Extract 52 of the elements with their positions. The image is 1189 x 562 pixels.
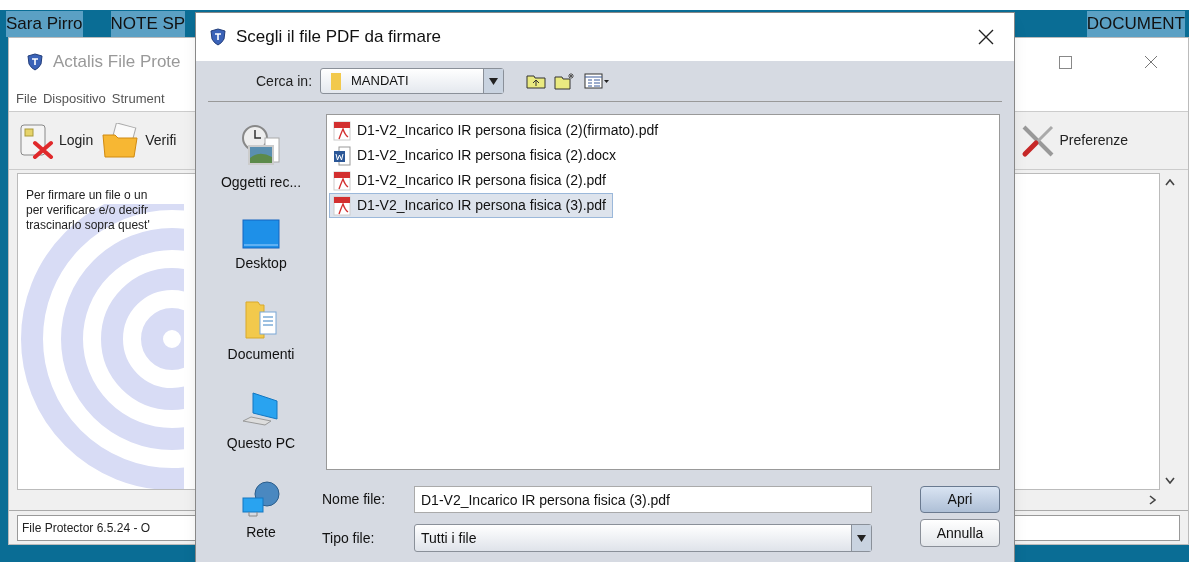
toolbar-button[interactable]: Verifi	[101, 122, 177, 159]
new-folder-icon[interactable]	[554, 72, 577, 90]
pdf-file-icon	[333, 120, 351, 141]
place-shortcut[interactable]: Documenti	[227, 300, 295, 365]
file-item[interactable]: D1-V2_Incarico IR persona fisica (2)(firmato).pdf	[329, 118, 666, 143]
instruction-text: trascinarlo sopra quest'	[26, 218, 150, 233]
place-shortcut[interactable]: Desktop	[235, 219, 287, 274]
desktop-screen-icon	[242, 219, 280, 249]
computer-icon	[241, 391, 281, 429]
dialog-title: Scegli il file PDF da firmare	[236, 26, 441, 49]
pdf-file-icon	[333, 170, 351, 191]
menu-item[interactable]: Dispositivo	[42, 88, 106, 109]
word-file-icon	[333, 145, 351, 166]
file-name-label: Nome file:	[322, 490, 387, 509]
file-name-field[interactable]: D1-V2_Incarico IR persona fisica (3).pdf	[414, 486, 872, 513]
toolbar-button[interactable]: Preferenze	[1019, 122, 1128, 159]
smart-card-icon	[19, 122, 55, 159]
menu-item[interactable]: Strument	[111, 88, 165, 109]
look-in-dropdown[interactable]: MANDATI	[320, 68, 505, 94]
look-in-label: Cerca in:	[256, 71, 313, 91]
file-item[interactable]: D1-V2_Incarico IR persona fisica (2).docx	[329, 143, 624, 168]
documents-folder-icon	[244, 300, 278, 340]
place-shortcut[interactable]: Questo PC	[226, 391, 296, 454]
dropdown-arrow-icon	[489, 77, 499, 85]
folder-icon	[331, 72, 342, 90]
maximize-icon[interactable]	[1059, 55, 1072, 69]
file-item[interactable]: D1-V2_Incarico IR persona fisica (2).pdf	[329, 168, 613, 193]
details-view-icon[interactable]	[584, 73, 611, 89]
cancel-button[interactable]: Annulla	[920, 519, 1000, 547]
desktop-label: Sara Pirro	[6, 11, 83, 37]
toolbar-button[interactable]: Login	[19, 122, 94, 159]
desktop-label: DOCUMENT	[1086, 11, 1185, 37]
instruction-text: Per firmare un file o un	[26, 188, 148, 203]
network-globe-icon	[241, 480, 281, 518]
file-item[interactable]: D1-V2_Incarico IR persona fisica (3).pdf	[329, 193, 613, 218]
close-icon[interactable]	[978, 29, 994, 45]
open-button[interactable]: Apri	[920, 486, 1000, 513]
instruction-text: per verificare e/o decifr	[26, 203, 149, 218]
dropdown-arrow-icon	[857, 534, 866, 542]
file-type-dropdown[interactable]: Tutti i file	[414, 524, 872, 552]
scroll-up-icon[interactable]	[1165, 179, 1175, 186]
shield-icon	[210, 28, 226, 46]
window-title: Actalis File Prote	[53, 51, 181, 74]
shield-icon	[27, 53, 43, 71]
menu-item[interactable]: File	[16, 88, 37, 109]
clock-picture-icon	[239, 124, 283, 168]
place-shortcut[interactable]: Oggetti rec...	[220, 124, 302, 193]
folder-up-icon[interactable]	[526, 73, 547, 89]
scroll-down-icon[interactable]	[1165, 477, 1175, 484]
desktop-label: NOTE SP	[110, 11, 186, 37]
scroll-right-icon[interactable]	[1149, 495, 1156, 505]
pdf-file-icon	[333, 195, 351, 216]
